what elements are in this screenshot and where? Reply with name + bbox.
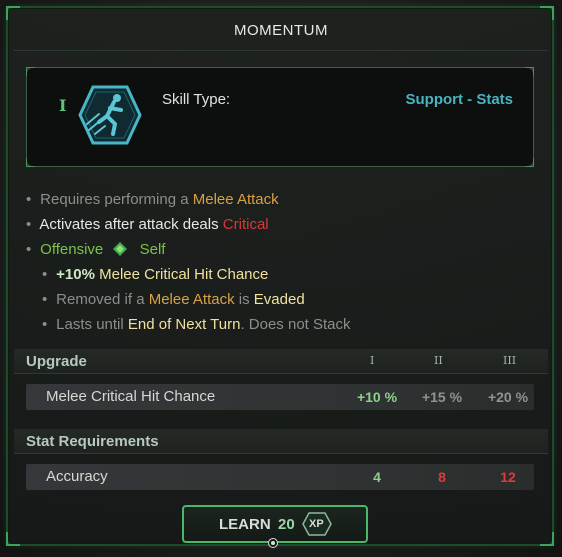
upgrade-row-name: Melee Critical Hit Chance — [46, 388, 216, 405]
desc-line-duration: • Lasts until End of Next Turn. Does not… — [42, 316, 351, 333]
skill-description: • Requires performing a Melee Attack • A… — [26, 187, 536, 337]
upgrade-row: Melee Critical Hit Chance +10 % +15 % +2… — [26, 384, 534, 410]
tier-3-label: III — [503, 354, 517, 367]
confirm-indicator-icon — [268, 538, 278, 548]
upgrade-header-label: Upgrade — [26, 353, 87, 370]
upgrade-value-tier-2: +15 % — [421, 389, 463, 405]
tier-1-label: I — [370, 354, 375, 367]
skill-info-box: I Skill Type: Support - Stats — [26, 67, 534, 167]
title-divider — [14, 50, 548, 51]
momentum-skill-icon — [78, 85, 142, 145]
desc-line-target: • Offensive Self — [26, 241, 166, 258]
skill-tier: I — [59, 96, 67, 115]
skill-title: MOMENTUM — [234, 22, 328, 39]
desc-line-requires: • Requires performing a Melee Attack — [26, 191, 279, 208]
stat-requirements-label: Stat Requirements — [26, 433, 159, 450]
panel-corner — [6, 532, 20, 546]
requirement-row-name: Accuracy — [46, 468, 108, 485]
desc-line-effect: • +10% Melee Critical Hit Chance — [42, 266, 269, 283]
upgrade-value-tier-1: +10 % — [356, 389, 398, 405]
learn-button[interactable]: LEARN 20 XP — [182, 505, 368, 543]
requirement-value-tier-2: 8 — [438, 469, 446, 485]
tier-2-label: II — [434, 354, 443, 367]
requirement-value-tier-3: 12 — [500, 469, 516, 485]
requirement-value-tier-1: 4 — [373, 469, 381, 485]
upgrade-value-tier-3: +20 % — [487, 389, 529, 405]
upgrade-header: Upgrade I II III — [14, 349, 548, 374]
skill-type-label: Skill Type: — [162, 91, 231, 108]
desc-line-removed: • Removed if a Melee Attack is Evaded — [42, 291, 305, 308]
stat-requirements-header: Stat Requirements — [14, 429, 548, 454]
panel-corner — [6, 6, 20, 20]
skill-type-value: Support - Stats — [405, 91, 514, 108]
self-target-icon — [113, 242, 128, 256]
panel-corner — [540, 532, 554, 546]
learn-cost: 20 — [278, 516, 295, 533]
panel-corner — [540, 6, 554, 20]
xp-currency-label: XP — [309, 518, 324, 530]
requirement-row: Accuracy 4 8 12 — [26, 464, 534, 490]
learn-button-label: LEARN — [219, 516, 271, 533]
desc-line-activates: • Activates after attack deals Critical — [26, 216, 269, 233]
